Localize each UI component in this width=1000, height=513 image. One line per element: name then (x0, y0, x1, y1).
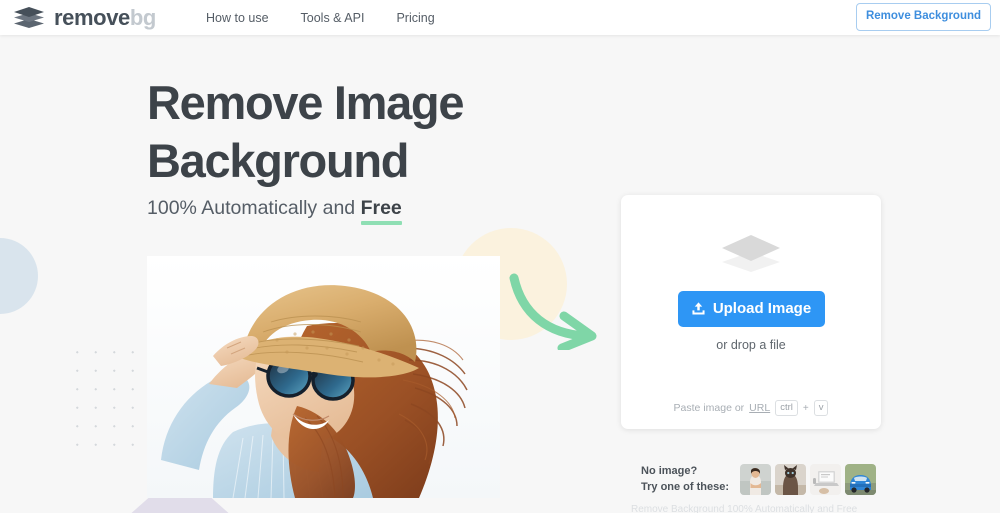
decorative-dot-grid (68, 343, 148, 459)
layers-icon (717, 231, 785, 277)
upload-card[interactable]: Upload Image or drop a file Paste image … (621, 195, 881, 429)
main-navigation: How to use Tools & API Pricing (206, 0, 435, 35)
key-ctrl: ctrl (775, 400, 798, 416)
layers-icon (13, 6, 45, 30)
upload-image-button[interactable]: Upload Image (678, 291, 825, 327)
sample-images-section: No image? Try one of these: (641, 464, 876, 496)
logo-text-remove: remove (54, 5, 130, 30)
sample-thumbnail-list (740, 464, 876, 495)
page-subtitle: 100% Automatically and Free (147, 197, 402, 220)
upload-image-button-label: Upload Image (713, 301, 811, 316)
drop-file-hint: or drop a file (716, 338, 785, 352)
logo-text-bg: bg (130, 5, 156, 30)
sample-label-line1: No image? (641, 464, 729, 480)
hero-transparency-preview (147, 256, 500, 498)
sample-images-label: No image? Try one of these: (641, 464, 729, 496)
key-plus: + (803, 403, 809, 414)
decorative-blue-circle (0, 238, 38, 314)
sample-thumbnail-cat[interactable] (775, 464, 806, 495)
sample-thumbnail-car[interactable] (845, 464, 876, 495)
footer-text-clipped: Remove Background 100% Automatically and… (631, 504, 991, 513)
paste-url-link[interactable]: URL (749, 402, 770, 414)
sample-thumbnail-laptop[interactable] (810, 464, 841, 495)
logo-text: removebg (54, 7, 156, 29)
nav-item-pricing[interactable]: Pricing (396, 11, 434, 25)
page-title-line1: Remove Image (147, 76, 463, 129)
page-title: Remove Image Background (147, 74, 577, 191)
upload-icon (691, 301, 706, 316)
remove-background-button[interactable]: Remove Background (856, 3, 991, 31)
nav-item-how-to-use[interactable]: How to use (206, 11, 269, 25)
sample-label-line2: Try one of these: (641, 480, 729, 496)
logo[interactable]: removebg (13, 0, 156, 35)
curved-arrow-right-icon (508, 272, 604, 350)
nav-item-tools-api[interactable]: Tools & API (301, 11, 365, 25)
key-v: v (814, 400, 829, 416)
hero-photo-woman-with-hat (147, 256, 500, 498)
subtitle-highlight-free: Free (361, 197, 402, 220)
subtitle-prefix: 100% Automatically and (147, 197, 361, 219)
paste-hint-row: Paste image or URL ctrl + v (621, 387, 881, 429)
site-header: removebg How to use Tools & API Pricing … (0, 0, 1000, 35)
upload-dropzone[interactable]: Upload Image or drop a file (621, 195, 881, 387)
sample-thumbnail-woman[interactable] (740, 464, 771, 495)
paste-hint-prefix: Paste image or (674, 402, 745, 414)
page-title-line2: Background (147, 134, 408, 187)
